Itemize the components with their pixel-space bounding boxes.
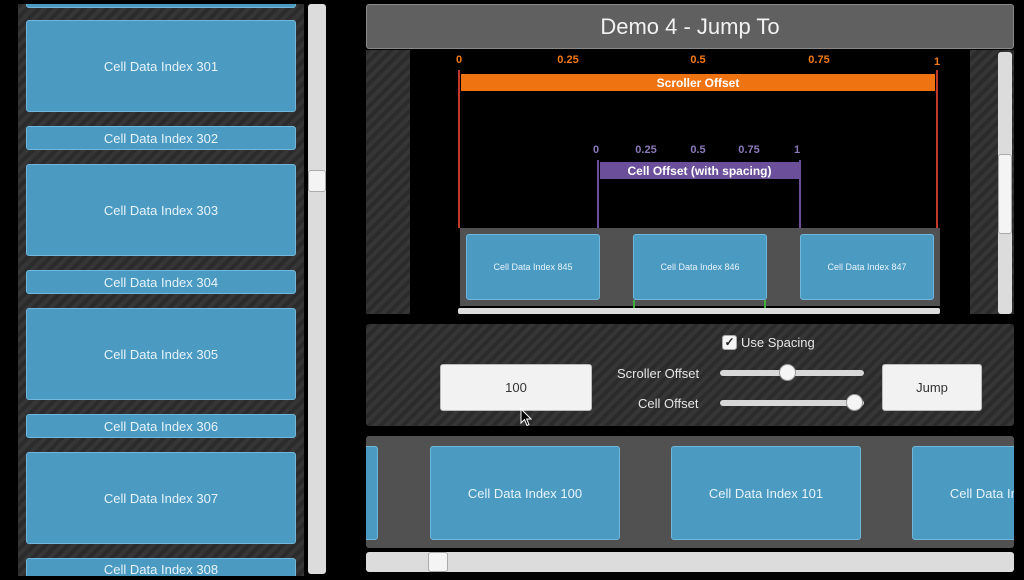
- cell-tick-label: 1: [793, 144, 801, 156]
- jump-index-value: 100: [505, 380, 527, 395]
- cell-tick-label: 0: [592, 144, 600, 156]
- list-item-partial[interactable]: [366, 446, 378, 540]
- cell-tick-label: 0.75: [738, 144, 760, 156]
- list-item[interactable]: Cell Data Index 304: [26, 270, 296, 294]
- bottom-scrollbar-thumb[interactable]: [428, 552, 448, 572]
- list-item-label: Cell Data Index 302: [103, 130, 219, 146]
- mini-cell-label: Cell Data Index 847: [827, 262, 907, 272]
- left-scrollbar-thumb[interactable]: [308, 170, 326, 192]
- scroller-offset-label: Scroller Offset: [617, 366, 700, 381]
- cell-offset-slider-knob[interactable]: [846, 394, 863, 411]
- cell-offset-left-line: [597, 160, 599, 228]
- list-item-label: Cell Data Index 305: [103, 346, 219, 362]
- left-vertical-scroller[interactable]: Cell Data Index 301 Cell Data Index 302 …: [18, 4, 304, 576]
- list-item[interactable]: Cell Data Index 305: [26, 308, 296, 400]
- list-item-label: Cell Data Index 308: [103, 562, 219, 576]
- scroller-tick-label: 0: [455, 54, 463, 66]
- bottom-scrollbar[interactable]: [366, 552, 1014, 572]
- list-item-label: Cell Data Index 307: [103, 490, 219, 506]
- cell-offset-right-line: [799, 160, 801, 228]
- mini-cell: Cell Data Index 846: [633, 234, 767, 300]
- left-scrollbar[interactable]: [308, 4, 326, 574]
- mouse-cursor-icon: [520, 408, 532, 427]
- list-item[interactable]: Cell Data Index 303: [26, 164, 296, 256]
- diagram-scrollbar-thumb[interactable]: [998, 154, 1012, 234]
- list-item[interactable]: Cell Data Index 302: [26, 126, 296, 150]
- scroller-offset-bar: Scroller Offset: [461, 74, 935, 91]
- page-title-bar: Demo 4 - Jump To: [366, 4, 1014, 49]
- mini-scrollbar: [458, 308, 940, 314]
- mini-cell: Cell Data Index 845: [466, 234, 600, 300]
- diagram-scrollbar[interactable]: [998, 52, 1012, 314]
- list-item-label: Cell Data Index 102: [949, 485, 1014, 501]
- list-item[interactable]: Cell Data Index 100: [430, 446, 620, 540]
- list-item-partial[interactable]: [26, 4, 296, 8]
- list-item[interactable]: Cell Data Index 307: [26, 452, 296, 544]
- cell-tick-label: 0.5: [690, 144, 706, 156]
- list-item-label: Cell Data Index 101: [708, 485, 824, 501]
- list-item-label: Cell Data Index 301: [103, 58, 219, 74]
- list-item[interactable]: Cell Data Index 301: [26, 20, 296, 112]
- cell-offset-bar-label: Cell Offset (with spacing): [627, 163, 772, 178]
- list-item[interactable]: Cell Data Index 306: [26, 414, 296, 438]
- list-item-label: Cell Data Index 304: [103, 274, 219, 290]
- list-item[interactable]: Cell Data Index 308: [26, 558, 296, 576]
- scroller-tick-label: 1: [933, 56, 941, 68]
- list-item-label: Cell Data Index 303: [103, 202, 219, 218]
- mini-cell-label: Cell Data Index 846: [660, 262, 740, 272]
- scroller-tick-label: 0.25: [557, 54, 579, 66]
- cell-tick-label: 0.25: [635, 144, 657, 156]
- list-item[interactable]: Cell Data Index 102: [912, 446, 1014, 540]
- scroller-tick-label: 0.75: [808, 54, 830, 66]
- use-spacing-checkbox[interactable]: ✓: [722, 335, 737, 350]
- scroller-offset-bar-label: Scroller Offset: [656, 75, 740, 90]
- page-title: Demo 4 - Jump To: [600, 13, 780, 39]
- jump-index-input[interactable]: 100: [440, 364, 592, 411]
- list-item[interactable]: Cell Data Index 101: [671, 446, 861, 540]
- scroller-tick-label: 0.5: [690, 54, 706, 66]
- cell-offset-label: Cell Offset: [638, 396, 699, 411]
- cell-offset-bar: Cell Offset (with spacing): [600, 162, 799, 179]
- mini-cell-label: Cell Data Index 845: [493, 262, 573, 272]
- list-item-label: Cell Data Index 100: [467, 485, 583, 501]
- jump-button-label: Jump: [916, 380, 948, 395]
- cell-offset-slider[interactable]: [720, 400, 864, 406]
- mini-scroller: Cell Data Index 845 Cell Data Index 846 …: [460, 228, 940, 306]
- list-item-label: Cell Data Index 306: [103, 418, 219, 434]
- mini-cell: Cell Data Index 847: [800, 234, 934, 300]
- use-spacing-label: Use Spacing: [741, 335, 815, 350]
- scroller-offset-right-line: [936, 70, 938, 228]
- scroller-offset-slider-knob[interactable]: [779, 364, 796, 381]
- bottom-horizontal-scroller[interactable]: Cell Data Index 100 Cell Data Index 101 …: [366, 436, 1014, 548]
- scroller-offset-left-line: [458, 70, 460, 228]
- jump-button[interactable]: Jump: [882, 364, 982, 411]
